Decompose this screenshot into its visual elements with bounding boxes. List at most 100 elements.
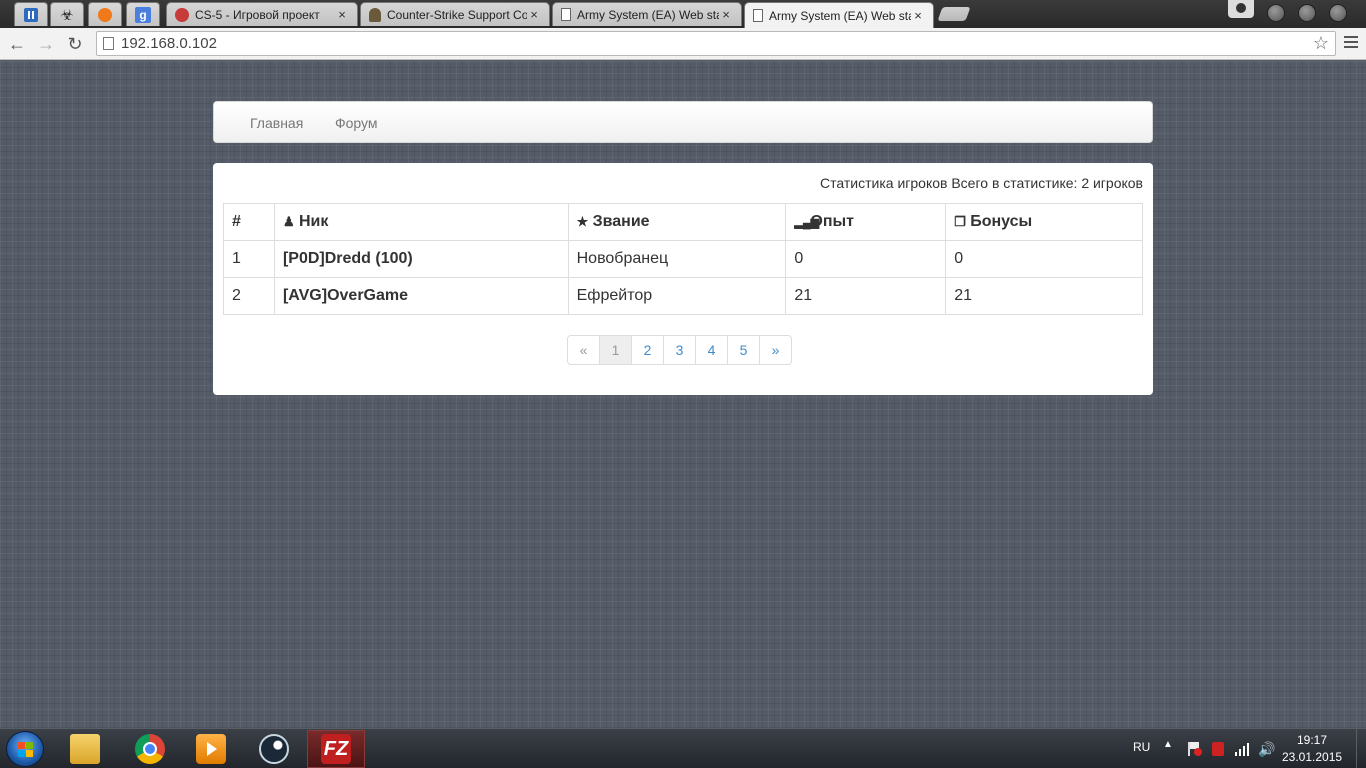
chrome-menu-button[interactable]: [1344, 36, 1358, 51]
col-header-bonus-label: Бонусы: [970, 213, 1033, 230]
stats-panel: Статистика игроков Всего в статистике: 2…: [213, 163, 1153, 395]
show-desktop-button[interactable]: [1356, 729, 1366, 768]
page-icon: [753, 9, 763, 22]
tab-title: Army System (EA) Web sta: [577, 7, 719, 22]
col-header-bonus: ❐ Бонусы: [945, 203, 1143, 241]
tab-cs5[interactable]: CS-5 - Игровой проект ×: [166, 2, 358, 26]
cs-icon: [175, 7, 189, 22]
close-icon[interactable]: ×: [911, 8, 925, 23]
pagination-next[interactable]: »: [759, 335, 792, 365]
clock-time: 19:17: [1296, 733, 1328, 747]
start-button[interactable]: [6, 731, 44, 767]
pinned-tab-avast[interactable]: [88, 2, 122, 26]
google-icon: g: [135, 6, 151, 23]
cell-bonus: 0: [945, 240, 1143, 278]
gift-icon: ❐: [954, 214, 966, 229]
user-icon: ♟: [282, 214, 295, 229]
pagination-page-5[interactable]: 5: [727, 335, 760, 365]
taskbar-media-player[interactable]: [182, 730, 240, 768]
bookmark-star-icon[interactable]: ☆: [1313, 32, 1329, 55]
pinned-tab-google[interactable]: g: [126, 2, 160, 26]
tab-army-system-1[interactable]: Army System (EA) Web sta ×: [552, 2, 742, 26]
col-header-exp-label: Опыт: [810, 213, 855, 230]
address-bar[interactable]: 192.168.0.102 ☆: [96, 31, 1336, 56]
pagination-page-3[interactable]: 3: [663, 335, 696, 365]
pinned-tab-biohazard[interactable]: ☣: [50, 2, 84, 26]
cell-nick: [AVG]OverGame: [273, 277, 569, 315]
col-header-exp: ▂▄▆Опыт: [785, 203, 947, 241]
nav-link-home[interactable]: Главная: [250, 115, 303, 131]
reload-button[interactable]: ↻: [64, 33, 86, 55]
table-header-row: # ♟ Ник ★ Звание ▂▄▆Опыт ❐ Бонусы: [223, 203, 1143, 241]
close-icon[interactable]: ×: [335, 7, 349, 22]
volume-icon[interactable]: 🔊: [1258, 741, 1275, 757]
filezilla-icon: FZ: [321, 734, 351, 764]
col-header-num: #: [223, 203, 275, 241]
page-icon: [561, 8, 571, 21]
cell-rank: Новобранец: [567, 240, 787, 278]
stats-table: # ♟ Ник ★ Звание ▂▄▆Опыт ❐ Бонусы 1 [P0D]Dr…: [223, 203, 1143, 315]
clock-date: 23.01.2015: [1282, 750, 1343, 764]
browser-toolbar: ← → ↻ 192.168.0.102 ☆: [0, 28, 1366, 60]
taskbar-filezilla[interactable]: FZ: [307, 730, 365, 768]
antivirus-tray-icon[interactable]: [1210, 741, 1226, 757]
new-tab-button[interactable]: [937, 7, 971, 21]
stats-caption: Статистика игроков Всего в статистике: 2…: [820, 175, 1143, 191]
reload-icon: ↻: [67, 34, 83, 54]
taskbar-chrome[interactable]: [121, 730, 179, 768]
pinned-tab-pause[interactable]: [14, 2, 48, 26]
cell-exp: 21: [785, 277, 947, 315]
pause-icon: [24, 7, 38, 22]
arrow-right-icon: →: [37, 34, 55, 54]
cell-rank: Ефрейтор: [567, 277, 787, 315]
pagination-prev[interactable]: «: [567, 335, 600, 365]
back-button[interactable]: ←: [6, 33, 28, 55]
tab-army-system-active[interactable]: Army System (EA) Web sta ×: [744, 2, 934, 28]
arrow-left-icon: ←: [8, 34, 26, 54]
taskbar-steam[interactable]: [245, 730, 303, 768]
network-signal-icon[interactable]: [1234, 741, 1250, 757]
pagination-page-1[interactable]: 1: [599, 335, 632, 365]
close-icon[interactable]: ×: [527, 7, 541, 22]
minimize-button[interactable]: [1267, 4, 1285, 22]
windows-logo-icon: [18, 742, 34, 758]
tab-counter-strike-support[interactable]: Counter-Strike Support Co ×: [360, 2, 550, 26]
pagination-page-2[interactable]: 2: [631, 335, 664, 365]
pagination-page-4[interactable]: 4: [695, 335, 728, 365]
pagination: « 1 2 3 4 5 »: [567, 335, 792, 365]
profile-button[interactable]: [1228, 0, 1254, 18]
biohazard-icon: ☣: [60, 6, 74, 24]
show-hidden-icons-arrow[interactable]: ▲: [1163, 739, 1173, 750]
address-text: 192.168.0.102: [121, 35, 217, 52]
tab-title: Counter-Strike Support Co: [387, 7, 527, 22]
steam-icon: [259, 734, 289, 764]
clock[interactable]: 19:17 23.01.2015: [1282, 732, 1342, 766]
table-row: 1 [P0D]Dredd (100) Новобранец 0 0: [223, 240, 1143, 278]
col-header-nick-label: Ник: [298, 213, 329, 230]
forward-button[interactable]: →: [35, 33, 57, 55]
tab-title: Army System (EA) Web sta: [769, 8, 911, 23]
window-close-button[interactable]: [1329, 4, 1347, 22]
windows-taskbar: FZ RU ▲ 🔊 19:17 23.01.2015: [0, 728, 1366, 768]
page-icon: [103, 37, 114, 50]
folder-icon: [70, 734, 100, 764]
cell-num: 1: [223, 240, 275, 278]
cell-nick: [P0D]Dredd (100): [273, 240, 569, 278]
media-player-icon: [196, 734, 226, 764]
action-center-flag-icon[interactable]: [1186, 741, 1202, 757]
avast-icon: [98, 7, 112, 22]
soldier-icon: [369, 7, 381, 22]
close-icon[interactable]: ×: [719, 7, 733, 22]
col-header-rank: ★ Звание: [567, 203, 787, 241]
nav-link-forum[interactable]: Форум: [335, 115, 378, 131]
maximize-button[interactable]: [1298, 4, 1316, 22]
table-row: 2 [AVG]OverGame Ефрейтор 21 21: [223, 277, 1143, 315]
chrome-icon: [135, 734, 165, 764]
col-header-rank-label: Звание: [592, 213, 650, 230]
signal-bars-icon: ▂▄▆: [794, 217, 820, 229]
language-indicator[interactable]: RU: [1133, 740, 1150, 754]
browser-tab-strip: ☣ g CS-5 - Игровой проект × Counter-Stri…: [0, 0, 1366, 28]
cell-num: 2: [223, 277, 275, 315]
taskbar-explorer[interactable]: [56, 730, 114, 768]
page-background: Главная Форум Статистика игроков Всего в…: [0, 61, 1366, 728]
